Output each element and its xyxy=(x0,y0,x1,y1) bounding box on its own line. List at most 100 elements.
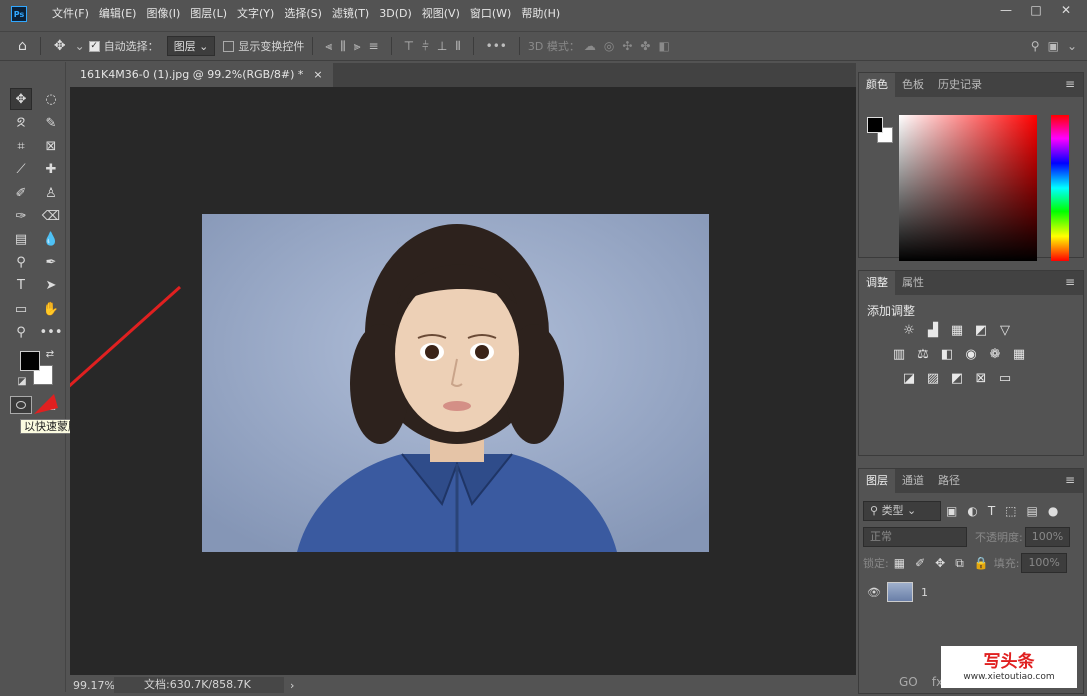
lock-image-icon[interactable]: ✐ xyxy=(915,556,925,570)
3d-roll-icon[interactable]: ◎ xyxy=(604,39,614,53)
history-brush-tool[interactable]: ✑ xyxy=(10,205,32,227)
dodge-tool[interactable]: ⚲ xyxy=(10,251,32,273)
eyedropper-tool[interactable]: ⟋ xyxy=(10,158,32,180)
layer-name[interactable]: 1 xyxy=(921,586,928,599)
threshold-icon[interactable]: ◩ xyxy=(949,371,965,386)
lock-artboard-icon[interactable]: ⧉ xyxy=(955,556,964,571)
color-lookup-icon[interactable]: ▦ xyxy=(1011,347,1027,362)
panel-menu-icon[interactable]: ≡ xyxy=(1065,275,1075,289)
visibility-eye-icon[interactable]: 👁 xyxy=(867,586,881,599)
selective-color-icon[interactable]: ⊠ xyxy=(973,371,989,386)
filter-toggle-icon[interactable]: ● xyxy=(1048,504,1058,518)
invert-icon[interactable]: ◪ xyxy=(901,371,917,386)
maximize-button[interactable]: □ xyxy=(1021,0,1051,20)
filter-smart-object-icon[interactable]: ▤ xyxy=(1027,504,1038,518)
black-white-icon[interactable]: ◧ xyxy=(939,347,955,362)
type-tool[interactable]: T xyxy=(10,274,32,296)
menu-file[interactable]: 文件(F) xyxy=(47,0,94,28)
home-icon[interactable]: ⌂ xyxy=(18,38,27,54)
menu-view[interactable]: 视图(V) xyxy=(417,0,465,28)
ellipse-marquee-tool[interactable]: ◌ xyxy=(40,88,62,110)
channel-mixer-icon[interactable]: ❁ xyxy=(987,347,1003,362)
tab-close-icon[interactable]: × xyxy=(313,63,322,87)
hand-tool[interactable]: ✋ xyxy=(40,298,62,320)
exposure-icon[interactable]: ◩ xyxy=(973,323,989,338)
posterize-icon[interactable]: ▨ xyxy=(925,371,941,386)
vibrance-icon[interactable]: ▽ xyxy=(997,323,1013,338)
healing-brush-tool[interactable]: ✚ xyxy=(40,158,62,180)
3d-slide-icon[interactable]: ✤ xyxy=(640,39,650,53)
color-field[interactable] xyxy=(899,115,1037,261)
workspace-icon[interactable]: ▣ xyxy=(1048,39,1059,53)
fill-field[interactable]: 100% xyxy=(1021,553,1067,573)
panel-menu-icon[interactable]: ≡ xyxy=(1065,473,1075,487)
layer-filter-dropdown[interactable]: ⚲ 类型 ⌄ xyxy=(863,501,941,521)
3d-camera-icon[interactable]: ◧ xyxy=(658,39,669,53)
foreground-color-chip[interactable] xyxy=(867,117,883,133)
hue-saturation-icon[interactable]: ▥ xyxy=(891,347,907,362)
align-top-icon[interactable]: ⊤ xyxy=(404,39,414,53)
levels-icon[interactable]: ▟ xyxy=(925,323,941,338)
distribute-vertical-icon[interactable]: ⦀ xyxy=(455,39,460,54)
status-arrow-icon[interactable]: › xyxy=(290,679,294,692)
frame-tool[interactable]: ⊠ xyxy=(40,135,62,157)
menu-image[interactable]: 图像(I) xyxy=(141,0,185,28)
panel-menu-icon[interactable]: ≡ xyxy=(1065,77,1075,91)
opacity-field[interactable]: 100% xyxy=(1024,527,1071,547)
brightness-icon[interactable]: ☼ xyxy=(901,323,917,338)
chevron-down-icon[interactable]: ⌄ xyxy=(1067,39,1077,53)
show-transform-checkbox[interactable] xyxy=(223,40,235,52)
move-tool-icon[interactable]: ✥ xyxy=(54,38,66,54)
tab-layers[interactable]: 图层 xyxy=(859,469,895,493)
swap-colors-icon[interactable]: ⇄ xyxy=(44,348,56,360)
blur-tool[interactable]: 💧 xyxy=(40,228,62,250)
menu-filter[interactable]: 滤镜(T) xyxy=(327,0,374,28)
lock-position-icon[interactable]: ✥ xyxy=(935,556,945,570)
3d-drag-icon[interactable]: ✣ xyxy=(622,39,632,53)
menu-layer[interactable]: 图层(L) xyxy=(185,0,232,28)
tab-color[interactable]: 颜色 xyxy=(859,73,895,97)
filter-type-icon[interactable]: T xyxy=(988,504,995,518)
foreground-color-swatch[interactable] xyxy=(20,351,40,371)
menu-3d[interactable]: 3D(D) xyxy=(374,0,417,28)
blend-mode-dropdown[interactable]: 正常 xyxy=(863,527,967,547)
canvas-area[interactable] xyxy=(70,87,856,675)
link-layers-icon[interactable]: GO xyxy=(899,675,918,689)
color-balance-icon[interactable]: ⚖ xyxy=(915,347,931,362)
search-icon[interactable]: ⚲ xyxy=(1031,39,1040,53)
lock-transparent-icon[interactable]: ▦ xyxy=(894,556,905,570)
pen-tool[interactable]: ✒ xyxy=(40,251,62,273)
lasso-tool[interactable]: ᘝ xyxy=(10,112,32,134)
distribute-icon[interactable]: ≡ xyxy=(369,39,379,53)
tab-adjustments[interactable]: 调整 xyxy=(859,271,895,295)
menu-help[interactable]: 帮助(H) xyxy=(516,0,565,28)
menu-type[interactable]: 文字(Y) xyxy=(232,0,279,28)
zoom-tool[interactable]: ⚲ xyxy=(10,321,32,343)
more-options-icon[interactable]: ••• xyxy=(486,39,507,53)
tab-paths[interactable]: 路径 xyxy=(931,469,967,493)
move-tool[interactable]: ✥ xyxy=(10,88,32,110)
lock-all-icon[interactable]: 🔒 xyxy=(974,556,989,570)
menu-window[interactable]: 窗口(W) xyxy=(465,0,516,28)
brush-tool[interactable]: ✐ xyxy=(10,182,32,204)
zoom-level[interactable]: 99.17% xyxy=(70,679,115,692)
align-center-icon[interactable]: ⫼ xyxy=(340,39,346,54)
default-colors-icon[interactable]: ◪ xyxy=(16,375,28,387)
3d-orbit-icon[interactable]: ☁ xyxy=(584,39,596,53)
layer-row[interactable]: 👁 1 xyxy=(859,577,1083,607)
hue-slider[interactable] xyxy=(1051,115,1069,261)
chevron-down-icon[interactable]: ⌄ xyxy=(75,39,85,53)
align-bottom-icon[interactable]: ⊥ xyxy=(437,39,447,53)
auto-select-target-dropdown[interactable]: 图层 ⌄ xyxy=(166,36,216,56)
crop-tool[interactable]: ⌗ xyxy=(10,135,32,157)
rectangle-tool[interactable]: ▭ xyxy=(10,298,32,320)
tab-channels[interactable]: 通道 xyxy=(895,469,931,493)
auto-select-checkbox[interactable]: ✓ xyxy=(88,40,100,52)
align-right-icon[interactable]: ⫸ xyxy=(354,39,361,54)
curves-icon[interactable]: ▦ xyxy=(949,323,965,338)
tab-swatches[interactable]: 色板 xyxy=(895,73,931,97)
clone-stamp-tool[interactable]: ♙ xyxy=(40,182,62,204)
quick-select-tool[interactable]: ✎ xyxy=(40,112,62,134)
close-button[interactable]: ✕ xyxy=(1051,0,1081,20)
filter-adjustment-icon[interactable]: ◐ xyxy=(967,504,977,518)
